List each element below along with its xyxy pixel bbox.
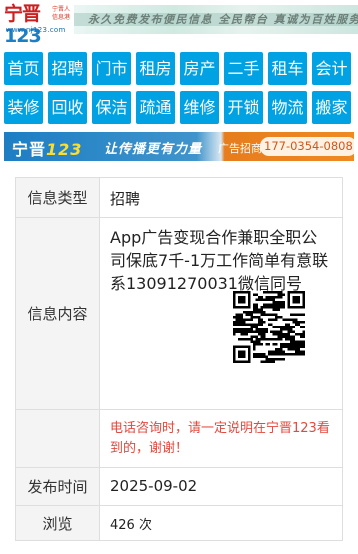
ad-phone[interactable]: 177-0354-0808: [260, 137, 354, 156]
row-views: 浏览 426 次: [16, 506, 342, 540]
ad-logo: 宁晋123: [12, 136, 82, 160]
notice-text: 电话咨询时，请一定说明在宁晋123看到的，谢谢！: [110, 421, 330, 456]
nav-button[interactable]: 搬家: [312, 91, 351, 124]
nav-button[interactable]: 会计: [312, 52, 351, 85]
nav-button[interactable]: 疏通: [136, 91, 175, 124]
nav-button[interactable]: 招聘: [48, 52, 87, 85]
nav-button[interactable]: 保洁: [92, 91, 131, 124]
nav-button[interactable]: 回收: [48, 91, 87, 124]
nav-button[interactable]: 租车: [268, 52, 307, 85]
nav-button[interactable]: 装修: [4, 91, 43, 124]
logo-side-text: 宁晋人 信息港: [52, 6, 71, 21]
date-value: 2025-09-02: [110, 477, 198, 495]
date-label: 发布时间: [16, 468, 100, 505]
nav-button[interactable]: 首页: [4, 52, 43, 85]
site-header: 宁晋123 宁晋人 信息港 www.nj123.com 永久免费发布便民信息 全…: [0, 0, 358, 47]
nav-button[interactable]: 物流: [268, 91, 307, 124]
row-notice: 电话咨询时，请一定说明在宁晋123看到的，谢谢！: [16, 410, 342, 468]
ad-logo-a: 宁晋: [12, 140, 47, 159]
qr-code-image: [233, 291, 305, 363]
content-label: 信息内容: [16, 218, 100, 409]
row-type: 信息类型 招聘: [16, 178, 342, 218]
logo-text-a: 宁晋: [4, 3, 41, 25]
slogan-text: 永久免费发布便民信息 全民帮台 真诚为百姓服务: [88, 13, 358, 26]
ad-slogan: 让传播更有力量: [104, 142, 203, 157]
nav-button[interactable]: 开锁: [224, 91, 263, 124]
logo-url: www.nj123.com: [6, 26, 66, 34]
views-label: 浏览: [16, 506, 100, 540]
nav-button[interactable]: 房产: [180, 52, 219, 85]
notice-label-cell: [16, 410, 100, 467]
type-value: 招聘: [110, 190, 141, 208]
nav-button[interactable]: 门市: [92, 52, 131, 85]
nav-button[interactable]: 租房: [136, 52, 175, 85]
ad-banner[interactable]: 宁晋123 让传播更有力量 广告招商 177-0354-0808: [4, 132, 354, 161]
site-logo[interactable]: 宁晋123 宁晋人 信息港 www.nj123.com: [4, 3, 70, 47]
ad-contact-label: 广告招商: [218, 142, 262, 155]
row-date: 发布时间 2025-09-02: [16, 468, 342, 506]
nav-button[interactable]: 二手: [224, 52, 263, 85]
slogan-banner: 永久免费发布便民信息 全民帮台 真诚为百姓服务: [74, 5, 358, 34]
nav-button[interactable]: 维修: [180, 91, 219, 124]
ad-logo-b: 123: [46, 140, 83, 159]
content-value: App广告变现合作兼职全职公司保底7千-1万工作简单有意联系1309127003…: [110, 228, 329, 293]
type-label: 信息类型: [16, 178, 100, 217]
views-value: 426 次: [110, 518, 152, 533]
